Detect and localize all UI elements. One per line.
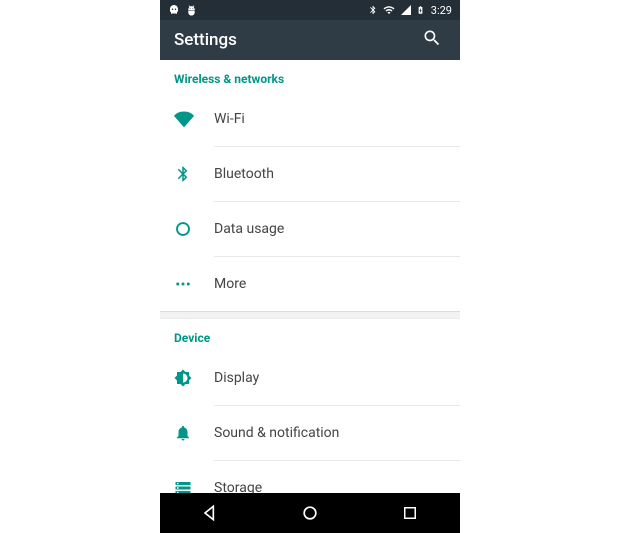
wifi-icon <box>174 109 214 129</box>
settings-item-wifi[interactable]: Wi-Fi <box>160 92 460 146</box>
wifi-status-icon <box>382 4 396 16</box>
section-divider <box>160 311 460 319</box>
bluetooth-status-icon <box>368 4 378 16</box>
battery-status-icon <box>416 4 425 16</box>
storage-icon <box>174 479 214 493</box>
settings-item-sound[interactable]: Sound & notification <box>160 406 460 460</box>
debug-icon <box>186 5 197 16</box>
app-bar: Settings <box>160 20 460 60</box>
settings-content: Wireless & networks Wi-Fi Bluetooth Data… <box>160 60 460 493</box>
more-icon <box>174 275 214 293</box>
bell-icon <box>174 424 214 442</box>
navigation-bar <box>160 493 460 533</box>
settings-item-storage[interactable]: Storage <box>160 461 460 493</box>
settings-item-more[interactable]: More <box>160 257 460 311</box>
section-header-device: Device <box>160 319 460 351</box>
home-icon <box>300 503 320 523</box>
settings-item-label: More <box>214 276 446 292</box>
skull-icon <box>168 4 180 16</box>
nav-recents-button[interactable] <box>390 493 430 533</box>
display-icon <box>174 369 214 387</box>
recents-icon <box>401 504 419 522</box>
phone-frame: 3:29 Settings Wireless & networks Wi-Fi … <box>160 0 460 533</box>
page-title: Settings <box>174 30 237 50</box>
status-left <box>168 4 197 16</box>
nav-back-button[interactable] <box>190 493 230 533</box>
data-usage-icon <box>174 220 214 238</box>
settings-item-data-usage[interactable]: Data usage <box>160 202 460 256</box>
section-header-wireless: Wireless & networks <box>160 60 460 92</box>
status-bar: 3:29 <box>160 0 460 20</box>
settings-item-label: Wi-Fi <box>214 111 446 127</box>
search-button[interactable] <box>418 26 446 54</box>
settings-item-bluetooth[interactable]: Bluetooth <box>160 147 460 201</box>
nav-home-button[interactable] <box>290 493 330 533</box>
settings-item-display[interactable]: Display <box>160 351 460 405</box>
status-time: 3:29 <box>431 4 452 17</box>
status-right: 3:29 <box>368 4 452 17</box>
settings-item-label: Bluetooth <box>214 166 446 182</box>
settings-item-label: Sound & notification <box>214 425 446 441</box>
back-icon <box>200 503 220 523</box>
bluetooth-icon <box>174 165 214 183</box>
settings-item-label: Data usage <box>214 221 446 237</box>
signal-status-icon <box>400 4 412 16</box>
settings-item-label: Display <box>214 370 446 386</box>
search-icon <box>422 28 442 52</box>
settings-item-label: Storage <box>214 480 446 493</box>
